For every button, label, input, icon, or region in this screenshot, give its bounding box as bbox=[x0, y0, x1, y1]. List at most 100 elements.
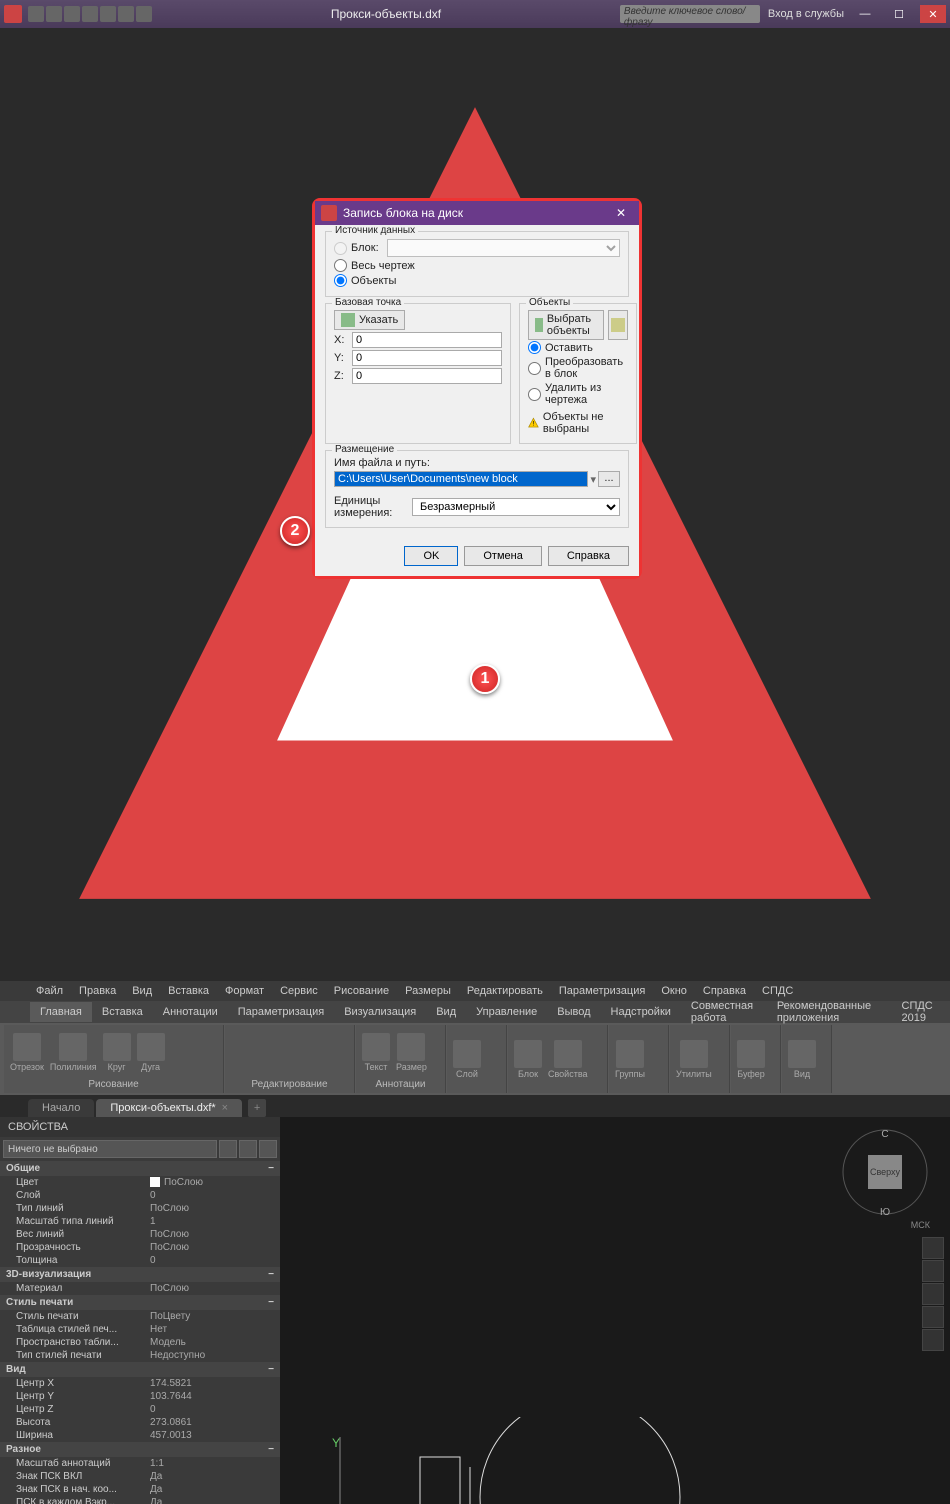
pick-point-button[interactable]: Указать bbox=[334, 310, 405, 330]
prop-row[interactable]: Масштаб аннотаций1:1 bbox=[0, 1457, 280, 1470]
tool-line[interactable]: Отрезок bbox=[8, 1031, 46, 1074]
prop-row[interactable]: Слой0 bbox=[0, 1189, 280, 1202]
ribtab-parametric[interactable]: Параметризация bbox=[228, 1002, 334, 1022]
tool-view[interactable]: Вид bbox=[786, 1038, 818, 1081]
doctab-active[interactable]: Прокси-объекты.dxf*× bbox=[96, 1099, 242, 1117]
close-button[interactable]: ✕ bbox=[920, 5, 946, 23]
filepath-input[interactable] bbox=[334, 471, 588, 487]
menu-tools[interactable]: Сервис bbox=[274, 983, 324, 999]
radio-delete[interactable]: Удалить из чертежа bbox=[528, 381, 628, 407]
nav-zoom-icon[interactable] bbox=[922, 1283, 944, 1305]
view-cube[interactable]: Сверху С Ю МСК bbox=[840, 1127, 930, 1217]
tool-block[interactable]: Блок bbox=[512, 1038, 544, 1081]
qat-plot-icon[interactable] bbox=[100, 6, 116, 22]
dialog-titlebar[interactable]: Запись блока на диск ✕ bbox=[315, 201, 639, 225]
ribtab-output[interactable]: Вывод bbox=[547, 1002, 600, 1022]
menu-edit[interactable]: Правка bbox=[73, 983, 122, 999]
tool-props[interactable]: Свойства bbox=[546, 1038, 590, 1081]
radio-drawing[interactable]: Весь чертеж bbox=[334, 258, 620, 273]
qat-new-icon[interactable] bbox=[28, 6, 44, 22]
prop-quickselect-icon[interactable] bbox=[239, 1140, 257, 1158]
prop-row[interactable]: Ширина457.0013 bbox=[0, 1429, 280, 1442]
doctab-start[interactable]: Начало bbox=[28, 1099, 94, 1117]
prop-row[interactable]: Знак ПСК в нач. коо...Да bbox=[0, 1483, 280, 1496]
qat-open-icon[interactable] bbox=[46, 6, 62, 22]
help-button[interactable]: Справка bbox=[548, 546, 629, 566]
prop-toggle-icon[interactable] bbox=[219, 1140, 237, 1158]
prop-row[interactable]: Вес линийПоСлою bbox=[0, 1228, 280, 1241]
menu-file[interactable]: Файл bbox=[30, 983, 69, 999]
ribtab-featured[interactable]: Рекомендованные приложения bbox=[767, 996, 892, 1028]
radio-retain[interactable]: Оставить bbox=[528, 340, 628, 355]
prop-row[interactable]: Центр Z0 bbox=[0, 1403, 280, 1416]
browse-button[interactable]: ... bbox=[598, 471, 620, 487]
prop-row[interactable]: Тип стилей печатиНедоступно bbox=[0, 1349, 280, 1362]
ribtab-manage[interactable]: Управление bbox=[466, 1002, 547, 1022]
drawing-canvas[interactable]: X Y Сверху С Ю МСК Команда: *Прервано* К… bbox=[280, 1117, 950, 1504]
tool-clip[interactable]: Буфер bbox=[735, 1038, 767, 1081]
nav-wheel-icon[interactable] bbox=[922, 1237, 944, 1259]
prop-row[interactable]: Тип линийПоСлою bbox=[0, 1202, 280, 1215]
tool-polyline[interactable]: Полилиния bbox=[48, 1031, 99, 1074]
tool-util[interactable]: Утилиты bbox=[674, 1038, 714, 1081]
menu-draw[interactable]: Рисование bbox=[328, 983, 395, 999]
properties-grid[interactable]: Общие−ЦветПоСлоюСлой0Тип линийПоСлоюМасш… bbox=[0, 1161, 280, 1504]
units-select[interactable]: Безразмерный bbox=[412, 498, 620, 516]
menu-view[interactable]: Вид bbox=[126, 983, 158, 999]
prop-row[interactable]: Пространство табли...Модель bbox=[0, 1336, 280, 1349]
tool-group[interactable]: Группы bbox=[613, 1038, 647, 1081]
tool-dimension[interactable]: Размер bbox=[394, 1031, 429, 1074]
basepoint-x-input[interactable] bbox=[352, 332, 502, 348]
prop-row[interactable]: Таблица стилей печ...Нет bbox=[0, 1323, 280, 1336]
prop-pickadd-icon[interactable] bbox=[259, 1140, 277, 1158]
ribtab-spds[interactable]: СПДС 2019 bbox=[892, 996, 950, 1028]
tool-circle[interactable]: Круг bbox=[101, 1031, 133, 1074]
prop-row[interactable]: ПСК в каждом Вэкр...Да bbox=[0, 1496, 280, 1504]
menu-modify[interactable]: Редактировать bbox=[461, 983, 549, 999]
menu-insert[interactable]: Вставка bbox=[162, 983, 215, 999]
ribtab-collaborate[interactable]: Совместная работа bbox=[681, 996, 767, 1028]
nav-orbit-icon[interactable] bbox=[922, 1306, 944, 1328]
tool-layer[interactable]: Слой bbox=[451, 1038, 483, 1081]
tool-arc[interactable]: Дуга bbox=[135, 1031, 167, 1074]
search-input[interactable]: Введите ключевое слово/фразу bbox=[620, 5, 760, 23]
prop-row[interactable]: Толщина0 bbox=[0, 1254, 280, 1267]
quick-access-toolbar[interactable] bbox=[28, 6, 152, 22]
dialog-close-button[interactable]: ✕ bbox=[609, 206, 633, 220]
nav-pan-icon[interactable] bbox=[922, 1260, 944, 1282]
radio-objects[interactable]: Объекты bbox=[334, 273, 620, 288]
basepoint-y-input[interactable] bbox=[352, 350, 502, 366]
ribtab-annotate[interactable]: Аннотации bbox=[153, 1002, 228, 1022]
prop-row[interactable]: Центр X174.5821 bbox=[0, 1377, 280, 1390]
ribtab-home[interactable]: Главная bbox=[30, 1002, 92, 1022]
nav-bar[interactable] bbox=[922, 1237, 946, 1351]
signin-link[interactable]: Вход в службы bbox=[768, 8, 844, 20]
maximize-button[interactable]: ☐ bbox=[886, 5, 912, 23]
ribtab-visualize[interactable]: Визуализация bbox=[334, 1002, 426, 1022]
prop-row[interactable]: МатериалПоСлою bbox=[0, 1282, 280, 1295]
tool-text[interactable]: Текст bbox=[360, 1031, 392, 1074]
qat-save-icon[interactable] bbox=[64, 6, 80, 22]
close-tab-icon[interactable]: × bbox=[222, 1102, 228, 1114]
nav-showmotion-icon[interactable] bbox=[922, 1329, 944, 1351]
radio-block[interactable]: Блок: bbox=[334, 238, 620, 258]
minimize-button[interactable]: — bbox=[852, 5, 878, 23]
quickselect-button[interactable] bbox=[608, 310, 628, 340]
new-tab-button[interactable]: + bbox=[248, 1099, 266, 1117]
basepoint-z-input[interactable] bbox=[352, 368, 502, 384]
menu-parametric[interactable]: Параметризация bbox=[553, 983, 651, 999]
ribtab-view[interactable]: Вид bbox=[426, 1002, 466, 1022]
radio-convert[interactable]: Преобразовать в блок bbox=[528, 355, 628, 381]
menu-format[interactable]: Формат bbox=[219, 983, 270, 999]
prop-row[interactable]: Масштаб типа линий1 bbox=[0, 1215, 280, 1228]
prop-row[interactable]: Высота273.0861 bbox=[0, 1416, 280, 1429]
cancel-button[interactable]: Отмена bbox=[464, 546, 541, 566]
prop-row[interactable]: Знак ПСК ВКЛДа bbox=[0, 1470, 280, 1483]
prop-row[interactable]: Центр Y103.7644 bbox=[0, 1390, 280, 1403]
qat-redo-icon[interactable] bbox=[136, 6, 152, 22]
qat-undo-icon[interactable] bbox=[118, 6, 134, 22]
prop-row[interactable]: ПрозрачностьПоСлою bbox=[0, 1241, 280, 1254]
prop-row[interactable]: Стиль печатиПоЦвету bbox=[0, 1310, 280, 1323]
select-objects-button[interactable]: Выбрать объекты bbox=[528, 310, 604, 340]
ok-button[interactable]: OK bbox=[404, 546, 458, 566]
